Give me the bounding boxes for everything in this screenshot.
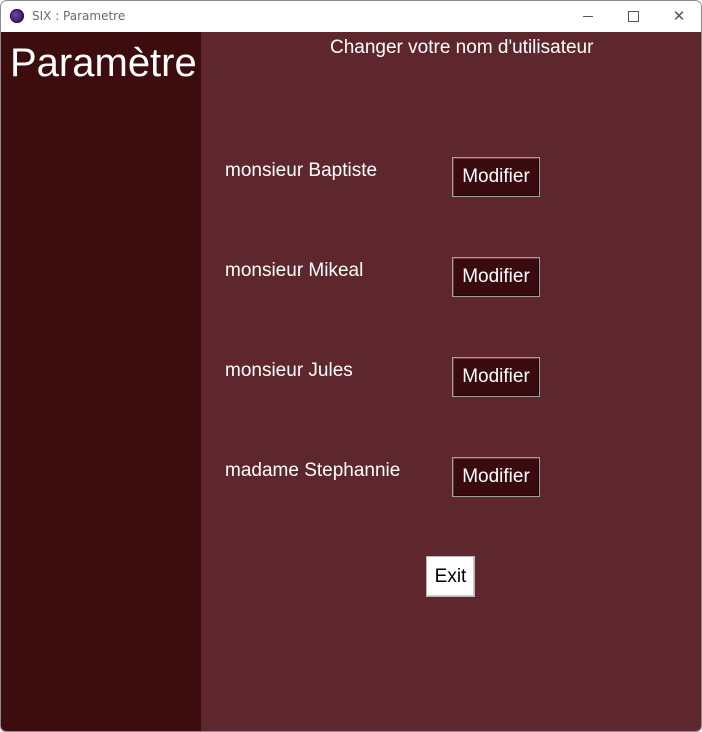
main-panel: Changer votre nom d'utilisateur monsieur… (201, 32, 701, 731)
title-bar[interactable]: SIX : Parametre ✕ (1, 1, 701, 32)
section-heading: Changer votre nom d'utilisateur (330, 37, 594, 58)
maximize-icon (627, 11, 639, 22)
minimize-icon (583, 16, 593, 17)
window-title: SIX : Parametre (32, 9, 126, 23)
app-window: SIX : Parametre ✕ Paramètre Changer votr… (0, 0, 702, 732)
modify-button-stephannie[interactable]: Modifier (452, 457, 540, 497)
minimize-button[interactable] (565, 1, 611, 32)
user-label-jules: monsieur Jules (225, 360, 353, 381)
user-label-stephannie: madame Stephannie (225, 460, 401, 481)
modify-button-jules[interactable]: Modifier (452, 357, 540, 397)
exit-button[interactable]: Exit (426, 556, 475, 597)
modify-button-baptiste[interactable]: Modifier (452, 157, 540, 197)
close-button[interactable]: ✕ (656, 1, 701, 32)
user-label-baptiste: monsieur Baptiste (225, 160, 378, 181)
app-logo-icon (10, 9, 24, 23)
modify-button-mikeal[interactable]: Modifier (452, 257, 540, 297)
maximize-button[interactable] (610, 1, 656, 32)
close-icon: ✕ (672, 7, 686, 25)
sidebar: Paramètre (1, 32, 201, 731)
user-label-mikeal: monsieur Mikeal (225, 260, 364, 281)
page-title: Paramètre (10, 41, 197, 85)
